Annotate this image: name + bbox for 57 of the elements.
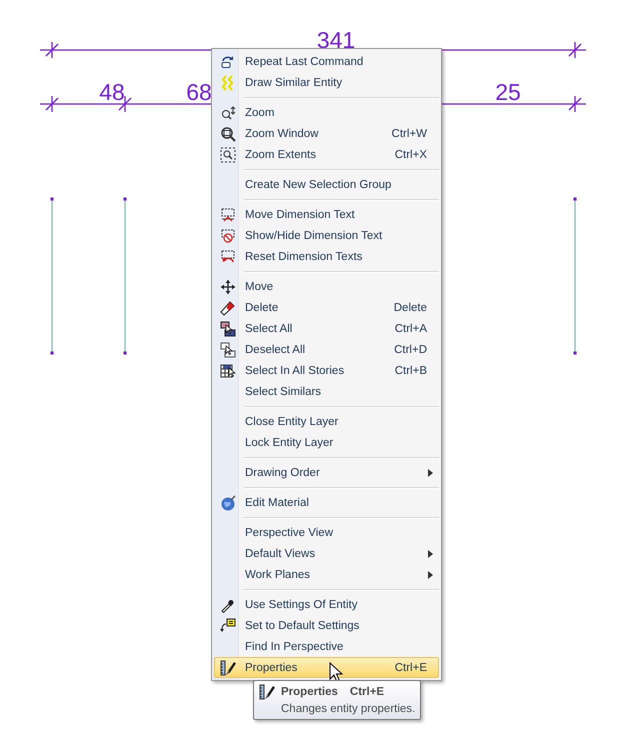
select-icon — [220, 320, 236, 336]
shortcut-text: Ctrl+E — [394, 662, 427, 674]
dimension-text-icon — [220, 228, 236, 244]
menu-item[interactable]: Edit Material — [214, 492, 439, 513]
tooltip-title: Properties — [281, 686, 338, 698]
shortcut-text: Ctrl+B — [394, 364, 427, 376]
zoom-window-icon — [220, 126, 236, 142]
menu-item[interactable]: Use Settings Of Entity — [214, 594, 439, 615]
shortcut-text: Ctrl+A — [394, 322, 427, 334]
menu-item[interactable]: Set to Default Settings — [214, 615, 439, 636]
move-icon — [220, 278, 236, 294]
menu-item[interactable]: Properties Ctrl+E — [214, 657, 439, 678]
zoom-icon — [220, 104, 236, 120]
menu-item[interactable]: Deselect All Ctrl+D — [214, 339, 439, 360]
menu-item[interactable]: Work Planes — [214, 564, 439, 585]
menu-item[interactable]: Drawing Order — [214, 462, 439, 483]
menu-item[interactable]: Close Entity Layer — [214, 411, 439, 432]
menu-item[interactable]: Select Similars — [214, 381, 439, 402]
dimension-text: 48 — [99, 79, 125, 105]
menu-item[interactable]: Lock Entity Layer — [214, 432, 439, 453]
shortcut-text: Ctrl+W — [392, 128, 427, 140]
globe-icon — [220, 494, 236, 510]
dimension-text-icon — [220, 248, 236, 264]
dimension-text: 68 — [186, 79, 212, 105]
menu-item[interactable]: Select All Ctrl+A — [214, 318, 439, 339]
menu-item[interactable]: Zoom Window Ctrl+W — [214, 123, 439, 144]
repeat-icon — [220, 54, 236, 70]
grid-select-icon — [220, 362, 236, 378]
menu-item[interactable]: Zoom Extents Ctrl+X — [214, 144, 439, 165]
default-settings-icon — [220, 618, 236, 634]
dimension-text-icon — [220, 206, 236, 222]
menu-item[interactable]: Move Dimension Text — [214, 204, 439, 225]
shortcut-text: Ctrl+E — [350, 686, 384, 698]
menu-item[interactable]: Select In All Stories Ctrl+B — [214, 360, 439, 381]
menu-item[interactable]: Reset Dimension Texts — [214, 246, 439, 267]
menu-item[interactable]: Find In Perspective — [214, 636, 439, 657]
zoom-extents-icon — [220, 146, 236, 162]
tooltip-description: Changes entity properties. — [281, 703, 415, 715]
eraser-icon — [220, 300, 236, 316]
menu-item[interactable]: Default Views — [214, 543, 439, 564]
menu-item[interactable]: Zoom — [214, 102, 439, 123]
shortcut-text: Ctrl+X — [394, 148, 427, 160]
menu-item[interactable]: Create New Selection Group — [214, 174, 439, 195]
menu-item[interactable]: Delete Delete — [214, 297, 439, 318]
menu-item[interactable]: Perspective View — [214, 522, 439, 543]
select-icon — [220, 342, 236, 358]
menu-item[interactable]: Move — [214, 276, 439, 297]
shortcut-text: Delete — [394, 302, 427, 314]
dimension-text: 341 — [316, 27, 356, 53]
properties-icon — [220, 660, 236, 676]
dimension-text: 25 — [495, 79, 521, 105]
menu-item[interactable]: Show/Hide Dimension Text — [214, 225, 439, 246]
properties-icon — [259, 684, 275, 700]
menu-item[interactable]: Draw Similar Entity — [214, 72, 439, 93]
zigzag-icon — [220, 74, 236, 90]
menu-item[interactable]: Repeat Last Command — [214, 51, 439, 72]
shortcut-text: Ctrl+D — [394, 344, 427, 356]
